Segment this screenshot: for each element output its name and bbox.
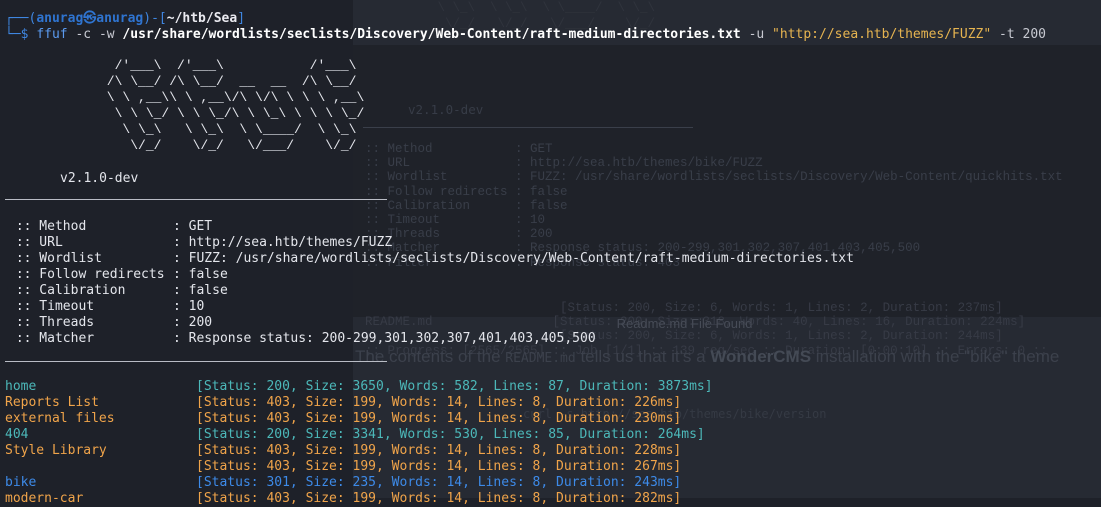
result-row: Style Library [Status: 403, Size: 199, Wo…	[5, 443, 682, 458]
prompt-line: ┌──(anurag㉿anurag)-[~/htb/Sea]	[5, 11, 246, 26]
result-row: 404 [Status: 200, Size: 3341, Words: 530,…	[5, 427, 705, 442]
result-row: [Status: 403, Size: 199, Words: 14, Line…	[196, 459, 682, 474]
ffuf-version: v2.1.0-dev	[60, 171, 139, 186]
config-method: :: Method: GET	[8, 219, 213, 234]
config-calibration: :: Calibration: false	[8, 283, 228, 298]
command-line: └─$ ffuf -c -w /usr/share/wordlists/secl…	[5, 27, 1046, 42]
terminal[interactable]: ┌──(anurag㉿anurag)-[~/htb/Sea] └─$ ffuf …	[0, 0, 1101, 506]
config-wordlist: :: Wordlist: FUZZ: /usr/share/wordlists/…	[8, 251, 854, 266]
result-row: Reports List [Status: 403, Size: 199, Wor…	[5, 395, 682, 410]
config-follow-redirects: :: Follow redirects: false	[8, 267, 228, 282]
result-row: external files [Status: 403, Size: 199, W…	[5, 411, 682, 426]
ffuf-banner: /'___\ /'___\ /'___\ /\ \__/ /\ \__/ __ …	[60, 58, 365, 153]
config-url: :: URL: http://sea.htb/themes/FUZZ	[8, 235, 393, 250]
result-row: bike [Status: 301, Size: 235, Words: 14, …	[5, 475, 682, 490]
divider-top	[5, 199, 387, 200]
config-matcher: :: Matcher: Response status: 200-299,301…	[8, 331, 596, 346]
result-row: home [Status: 200, Size: 3650, Words: 582…	[5, 379, 713, 394]
result-row: modern-car [Status: 403, Size: 199, Words…	[5, 491, 682, 506]
config-threads: :: Threads: 200	[8, 315, 213, 330]
config-timeout: :: Timeout: 10	[8, 299, 205, 314]
divider-bottom	[5, 361, 387, 362]
